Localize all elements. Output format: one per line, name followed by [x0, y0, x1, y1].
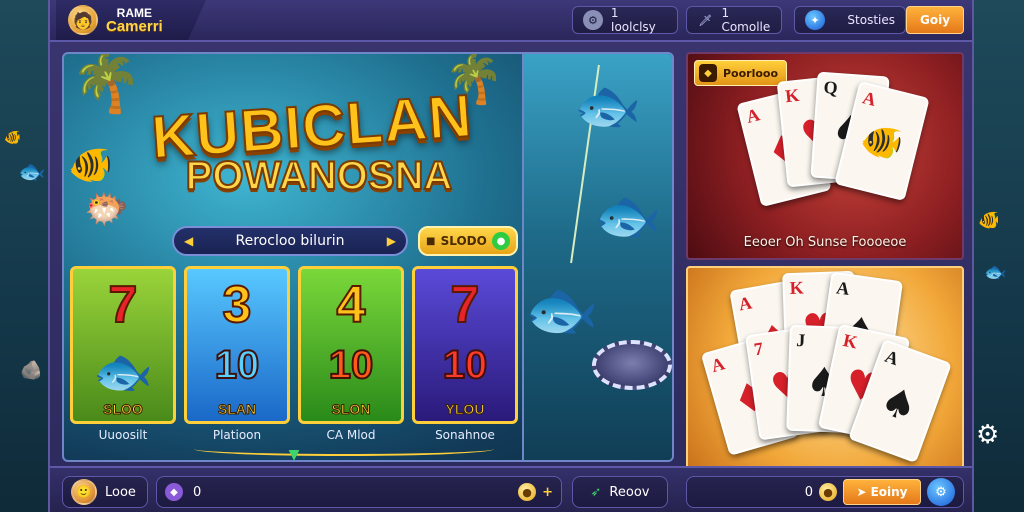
item-label: Reoov	[609, 484, 650, 500]
coin-icon: ●	[518, 483, 537, 501]
game-subtitle: POWANOSNA	[185, 153, 454, 199]
app-frame: 🧑 RAME Camerri ⚙ 1 Ioolclsy 🗡 1 Comolle …	[48, 0, 974, 512]
carousel-indicator	[194, 442, 494, 456]
arrow-left-icon: ◀	[184, 234, 194, 248]
fish-icon: 🐟	[92, 345, 154, 400]
brand-logo[interactable]: 🧑 RAME Camerri	[56, 0, 206, 40]
globe-icon: ✦	[805, 10, 825, 30]
settings-icon[interactable]: ⚙	[927, 478, 955, 506]
game-badge: ◆ Poorlooo	[694, 60, 788, 86]
badge-label: Poorlooo	[723, 66, 779, 80]
item-button[interactable]: ➶ Reoov	[572, 476, 668, 508]
fish-icon: 🐟	[18, 160, 46, 185]
search-input-text: Rerocloo bilurin	[235, 233, 345, 249]
tile-3-caption: SLON	[331, 401, 371, 418]
tile-2-caption: SLAN	[217, 401, 257, 418]
arrow-right-icon: ▶	[386, 234, 396, 248]
game-tile-2[interactable]: 3 10 SLAN	[184, 266, 290, 424]
sword-icon: 🗡	[698, 13, 713, 27]
rock-icon: 🪨	[20, 360, 43, 381]
game-tile-1[interactable]: 7 🐟 SLOO	[70, 266, 176, 424]
tile-2-number: 10	[214, 342, 261, 388]
coin-icon: ●	[819, 483, 837, 501]
tile-4-number: 10	[442, 342, 489, 388]
topbar-pill-1-label: 1 Ioolclsy	[610, 6, 656, 34]
fish-icon: 🐡	[84, 189, 129, 230]
chevron-down-icon[interactable]: ▼	[282, 448, 306, 460]
add-balance-button[interactable]: +	[542, 485, 553, 500]
gold-slot-button[interactable]: ■ SLODO ●	[418, 226, 518, 256]
background-scenery-right: 🐠 🐟 ⚙	[972, 0, 1024, 512]
poker-chip-icon	[592, 340, 672, 390]
badge-icon: ◆	[699, 64, 717, 82]
game-tile-3[interactable]: 4 10 SLON	[298, 266, 404, 424]
tile-1-symbol: 7	[108, 275, 139, 335]
deposit-button[interactable]: ➤ Eoiny	[843, 479, 921, 505]
profile-button[interactable]: 🙂 Looe	[62, 476, 148, 508]
tile-2-label: Platioon	[212, 428, 262, 442]
tile-3-label: CA Mlod	[326, 428, 376, 442]
topbar-pill-2-label: 1 Comolle	[721, 6, 771, 34]
top-bar: 🧑 RAME Camerri ⚙ 1 Ioolclsy 🗡 1 Comolle …	[50, 0, 972, 42]
topbar-pill-3-label: Stosties	[847, 13, 895, 27]
topbar-pill-3[interactable]: ✦ Stosties	[794, 6, 906, 34]
tile-4-symbol: 7	[450, 275, 481, 335]
coin-value: 0	[804, 484, 813, 500]
game-tile-4[interactable]: 7 10 YLOU	[412, 266, 518, 424]
chip-icon: ⚙	[976, 420, 1000, 450]
fish-icon: 🐠	[856, 117, 908, 167]
fishing-scene: 🐟 🐟 🐟	[522, 54, 672, 460]
fish-icon: 🐠	[68, 145, 113, 186]
coin-icon: ●	[492, 232, 510, 250]
settings-icon: ⚙	[583, 10, 603, 30]
tile-2-symbol: 3	[222, 275, 253, 335]
fish-icon: 🐟	[594, 184, 662, 247]
mascot-icon: 🧑	[68, 5, 98, 35]
tile-3-symbol: 4	[336, 275, 367, 335]
topbar-action-button[interactable]: Goiy	[906, 6, 964, 34]
fish-icon: 🐠	[978, 210, 1001, 231]
search-input[interactable]: ◀ Rerocloo bilurin ▶	[172, 226, 408, 256]
deposit-button-label: Eoiny	[870, 485, 908, 499]
gold-pill-bullet: ■	[426, 235, 436, 247]
leaf-icon: ➶	[590, 484, 602, 500]
card-game-panel-top[interactable]: ◆ Poorlooo A♦ K♥ Q♠ A🐠 Eeoer Oh Sunse Fo…	[686, 52, 964, 260]
tile-1-label: Uuoosilt	[98, 428, 148, 442]
background-scenery-left: 🐟 🐠 🪨	[0, 0, 50, 512]
bottom-bar: 🙂 Looe ◆ 0 ● + ➶ Reoov 0 ● ➤ Eoiny ⚙	[50, 466, 972, 512]
tile-4-label: Sonahnoe	[435, 428, 495, 442]
panel-caption: Eeoer Oh Sunse Foooeoe	[743, 235, 907, 250]
fish-icon: 🐟	[524, 275, 599, 345]
fish-icon: 🐠	[4, 130, 22, 146]
avatar: 🙂	[71, 479, 97, 505]
brand-line2: Camerri	[106, 18, 163, 35]
tile-4-caption: YLOU	[445, 401, 485, 418]
deposit-icon: ➤	[856, 485, 867, 499]
wallet-area: 0 ● ➤ Eoiny ⚙	[686, 476, 964, 508]
gem-icon: ◆	[165, 483, 183, 501]
featured-game-panel[interactable]: 🌴 🌴 🐠 🐡 KUBICLAN POWANOSNA ◀ Rerocloo bi…	[62, 52, 674, 462]
card-game-panel-bottom[interactable]: A♦ K♥ A♠ A♦ 7♥ J♠ K♥ A♠	[686, 266, 964, 474]
topbar-pill-1[interactable]: ⚙ 1 Ioolclsy	[572, 6, 678, 34]
fish-icon: 🐟	[574, 74, 642, 137]
balance-field[interactable]: ◆ 0 ● +	[156, 476, 562, 508]
fish-icon: 🐟	[984, 262, 1007, 283]
profile-label: Looe	[105, 484, 136, 500]
tile-1-caption: SLOO	[103, 401, 144, 418]
gold-pill-label: SLODO	[440, 234, 487, 248]
tile-3-number: 10	[328, 342, 375, 388]
balance-value: 0	[193, 484, 202, 500]
topbar-pill-2[interactable]: 🗡 1 Comolle	[686, 6, 782, 34]
